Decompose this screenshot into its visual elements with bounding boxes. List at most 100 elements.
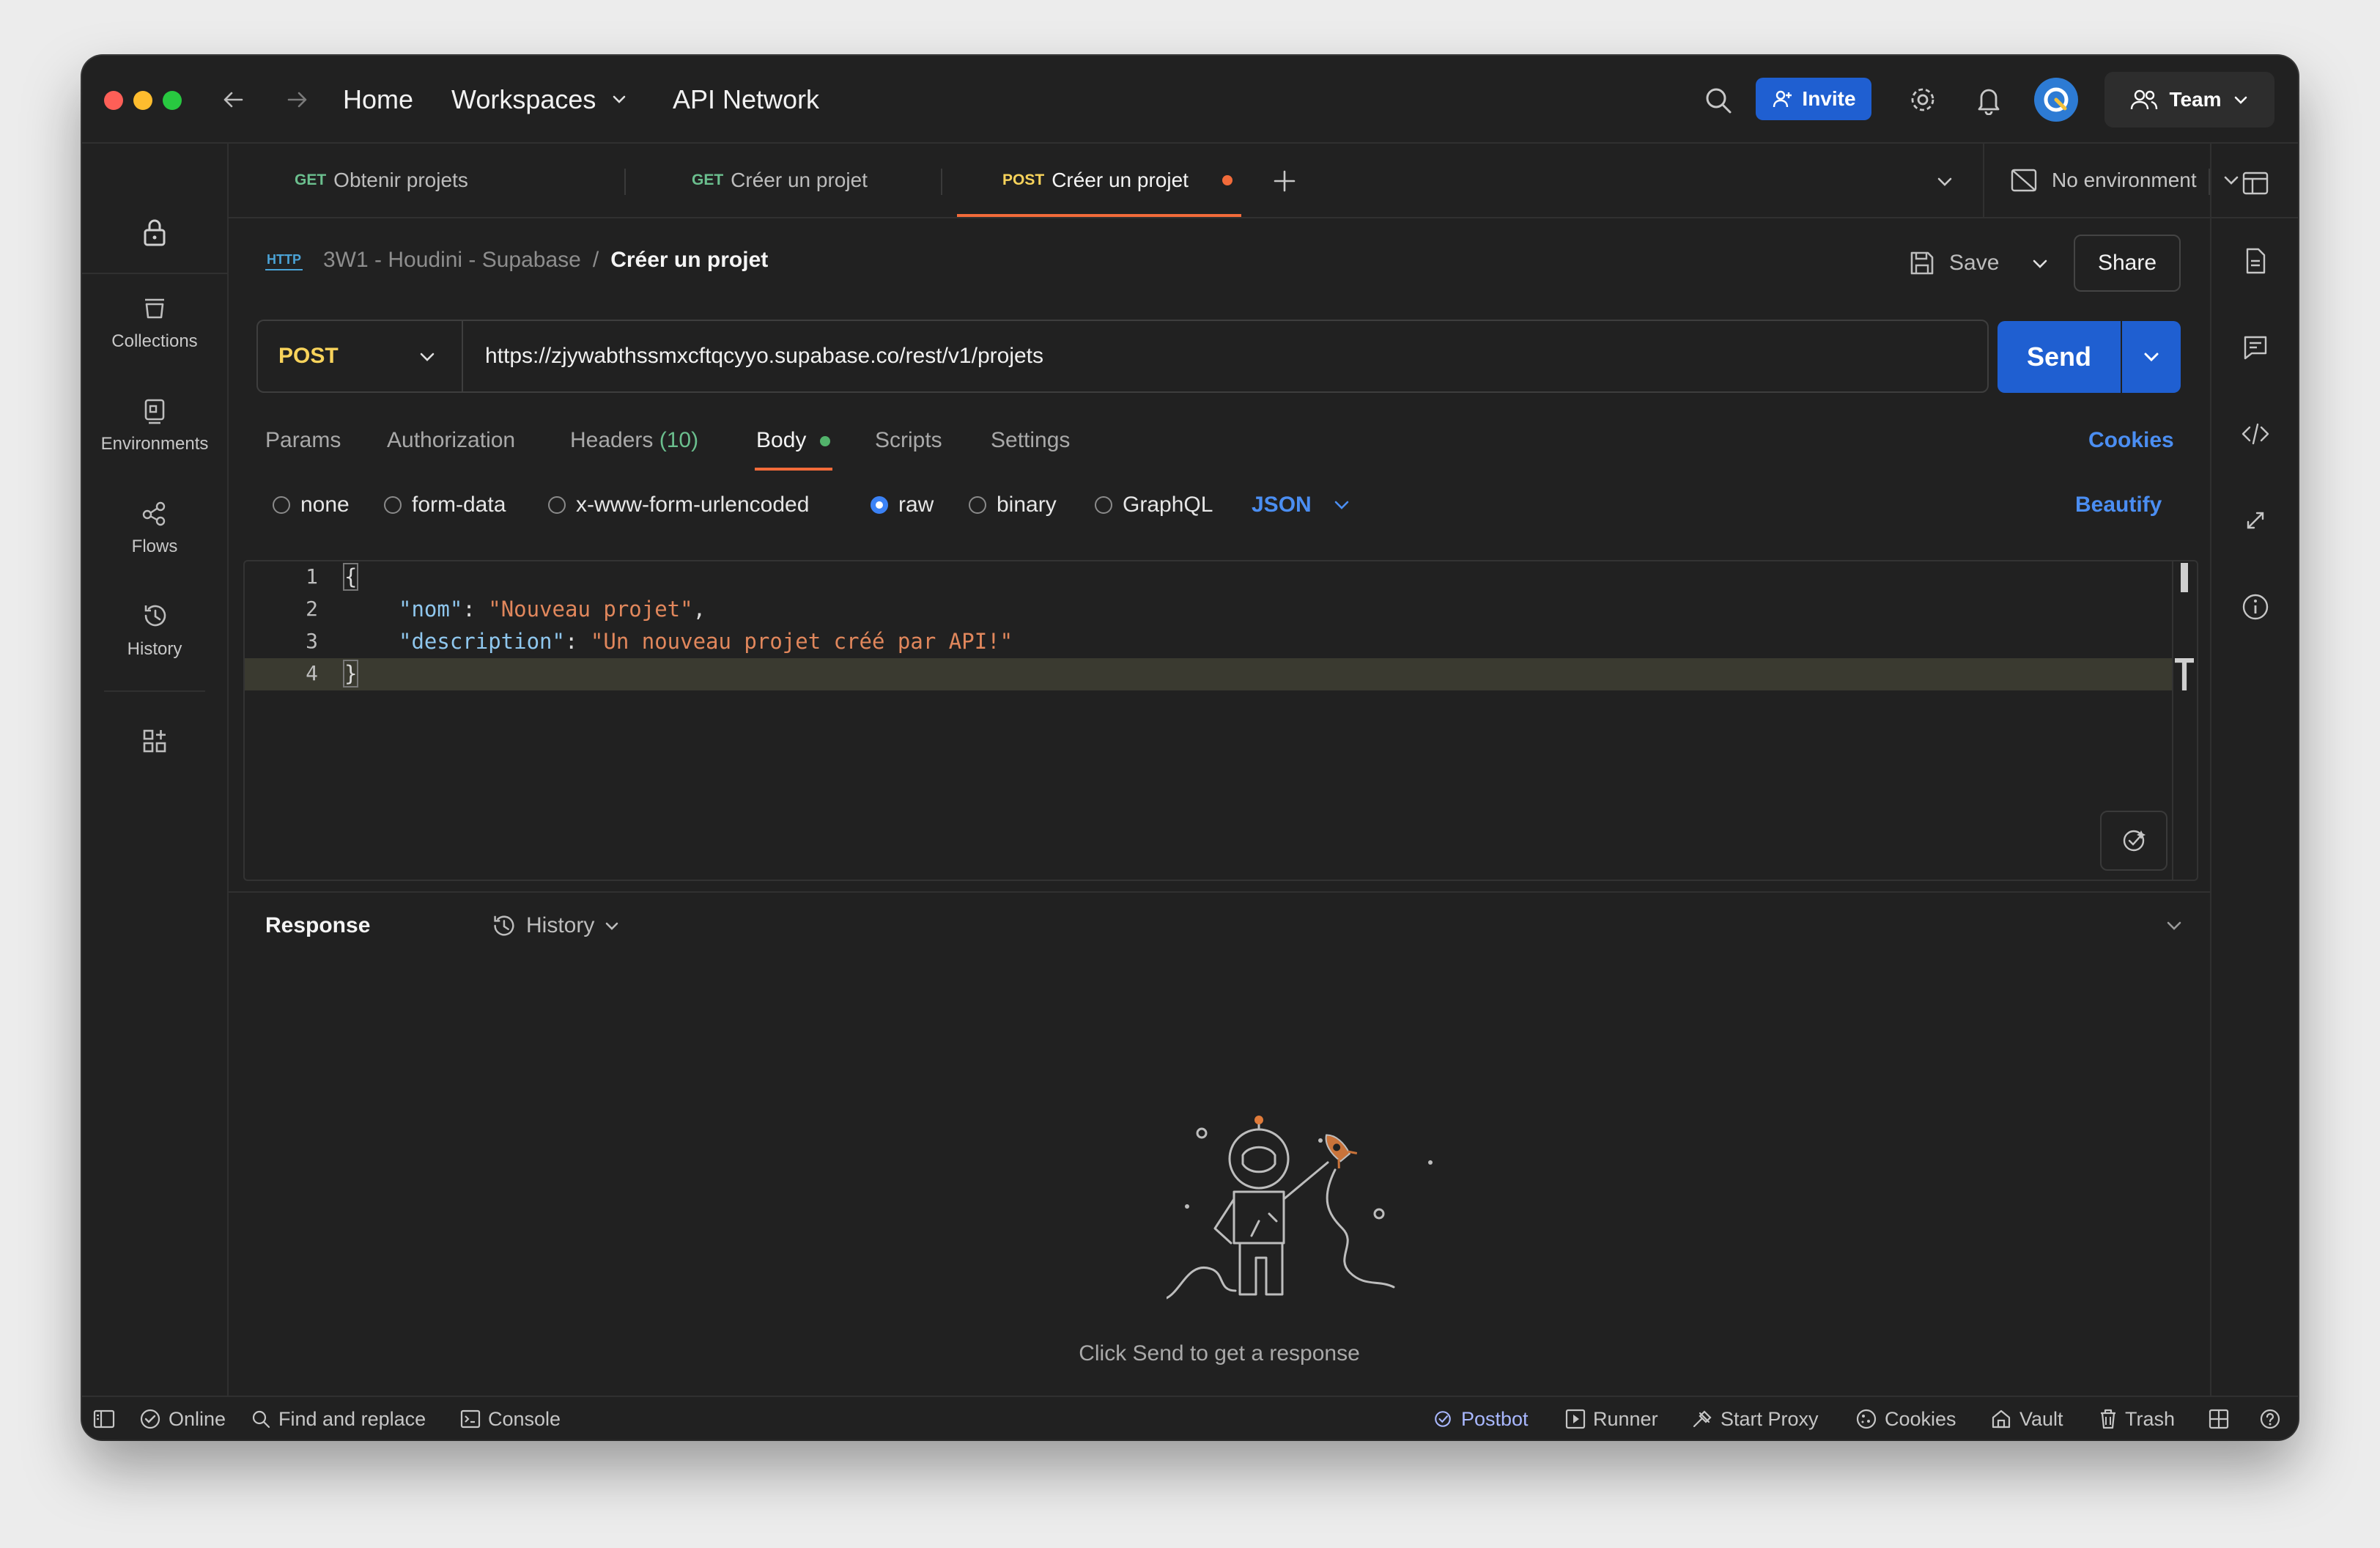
check-circle-icon [140, 1409, 160, 1429]
environment-quick-look-icon[interactable] [2238, 166, 2273, 201]
sidebar-item-environments[interactable]: Environments [82, 396, 227, 454]
cursor-marker [2175, 658, 2194, 690]
related-collections-icon[interactable] [2238, 503, 2273, 538]
team-button[interactable]: Team [2104, 72, 2274, 128]
flows-icon [142, 501, 166, 526]
tab-obtenir-projets[interactable]: GET Obtenir projets [295, 144, 468, 217]
page-title[interactable]: Créer un projet [610, 248, 768, 273]
online-status[interactable]: Online [139, 1397, 226, 1440]
document-icon[interactable] [2238, 243, 2273, 279]
sidebar-item-label: Environments [100, 434, 209, 454]
method-select[interactable]: POST [256, 320, 462, 393]
maximize-window-button[interactable] [163, 91, 182, 110]
proxy-icon [1693, 1410, 1712, 1428]
body-type-graphql[interactable]: GraphQL [1095, 493, 1213, 517]
info-icon[interactable] [2238, 589, 2273, 624]
toggle-sidebar-icon[interactable] [92, 1407, 116, 1431]
body-format-select[interactable]: JSON [1252, 493, 1351, 517]
back-arrow-icon[interactable] [217, 84, 249, 116]
environment-selector[interactable]: No environment [2009, 144, 2241, 217]
team-label: Team [2169, 88, 2222, 111]
vault-button[interactable]: Vault [1990, 1397, 2063, 1440]
body-type-none[interactable]: none [273, 493, 350, 517]
bell-icon[interactable] [1971, 82, 2006, 117]
online-label: Online [169, 1407, 226, 1430]
code-open-brace: { [342, 563, 359, 591]
chevron-down-icon[interactable] [1932, 169, 1958, 195]
tab-creer-projet-get[interactable]: GET Créer un projet [692, 144, 868, 217]
body-type-form-data[interactable]: form-data [384, 493, 506, 517]
postbot-button[interactable] [2100, 811, 2168, 871]
postbot-icon [1435, 1411, 1451, 1427]
invite-button[interactable]: Invite [1756, 78, 1871, 120]
postbot-status-button[interactable]: Postbot [1432, 1397, 1529, 1440]
code-editor[interactable]: 1 2 3 4 { "nom": "Nouveau projet", "desc… [243, 560, 2198, 881]
sidebar-item-flows[interactable]: Flows [82, 498, 227, 557]
breadcrumb-collection[interactable]: 3W1 - Houdini - Supabase [323, 248, 581, 273]
radio-circle [1095, 496, 1112, 514]
body-type-urlencoded[interactable]: x-www-form-urlencoded [548, 493, 809, 517]
console-button[interactable]: Console [460, 1397, 561, 1440]
sidebar-divider [82, 273, 227, 274]
add-widget-icon[interactable] [138, 724, 171, 758]
beautify-link[interactable]: Beautify [2075, 493, 2162, 517]
find-replace-button[interactable]: Find and replace [251, 1397, 426, 1440]
runner-button[interactable]: Runner [1565, 1397, 1658, 1440]
sidebar-divider [104, 690, 205, 692]
tab-params[interactable]: Params [265, 428, 341, 453]
radio-label: none [300, 493, 350, 517]
nav-api-network[interactable]: API Network [673, 84, 819, 116]
lock-icon[interactable] [138, 215, 171, 249]
radio-circle [273, 496, 290, 514]
code-icon[interactable] [2238, 416, 2273, 452]
line-number: 2 [306, 597, 318, 621]
tab-authorization[interactable]: Authorization [387, 428, 515, 453]
start-proxy-button[interactable]: Start Proxy [1691, 1397, 1819, 1440]
radio-circle [969, 496, 986, 514]
comment-icon[interactable] [2238, 330, 2273, 365]
chevron-down-icon [2144, 353, 2159, 362]
help-icon[interactable] [2258, 1407, 2282, 1431]
sidebar-item-collections[interactable]: Collections [82, 293, 227, 352]
tab-body[interactable]: Body [756, 428, 830, 453]
editor-scrollbar[interactable] [2172, 561, 2198, 880]
trash-button[interactable]: Trash [2099, 1397, 2175, 1440]
sidebar-item-history[interactable]: History [82, 601, 227, 660]
tab-scripts[interactable]: Scripts [875, 428, 942, 453]
share-button[interactable]: Share [2074, 235, 2181, 292]
close-window-button[interactable] [104, 91, 123, 110]
cookies-link[interactable]: Cookies [2088, 428, 2174, 453]
avatar[interactable] [2034, 78, 2078, 122]
minimize-window-button[interactable] [133, 91, 152, 110]
nav-home[interactable]: Home [343, 84, 413, 116]
breadcrumb-separator: / [592, 248, 599, 272]
tab-name: Créer un projet [731, 169, 868, 191]
radio-label: form-data [412, 493, 506, 517]
body-type-binary[interactable]: binary [969, 493, 1057, 517]
nav-workspaces[interactable]: Workspaces [451, 84, 596, 116]
save-options-chevron-icon[interactable] [2027, 251, 2053, 277]
sidebar-item-label: Flows [131, 537, 178, 556]
json-comma: , [692, 597, 706, 622]
tab-creer-projet-post[interactable]: POST Créer un projet [1002, 144, 1274, 217]
body-type-raw[interactable]: raw [871, 493, 934, 517]
forward-arrow-icon[interactable] [281, 84, 314, 116]
url-input[interactable]: https://zjywabthssmxcftqcyyo.supabase.co… [462, 320, 1989, 393]
send-options-button[interactable] [2122, 321, 2181, 393]
collapse-response-chevron-icon[interactable] [2162, 913, 2187, 938]
plus-icon[interactable] [1269, 166, 1300, 196]
scrollbar-thumb[interactable] [2181, 563, 2188, 592]
search-icon[interactable] [1701, 84, 1735, 117]
tab-settings[interactable]: Settings [991, 428, 1070, 453]
send-button[interactable]: Send [1998, 321, 2121, 393]
response-history-button[interactable]: History [489, 907, 621, 944]
tab-name: Créer un projet [1052, 169, 1189, 191]
tab-headers[interactable]: Headers (10) [570, 428, 698, 453]
layout-toggle-icon[interactable] [2207, 1407, 2231, 1431]
radio-label: GraphQL [1123, 493, 1213, 517]
radio-circle-selected [871, 496, 888, 514]
gear-icon[interactable] [1905, 82, 1940, 117]
chevron-down-icon[interactable] [608, 88, 630, 110]
save-button[interactable]: Save [1908, 245, 1999, 281]
cookies-status-button[interactable]: Cookies [1855, 1397, 1956, 1440]
